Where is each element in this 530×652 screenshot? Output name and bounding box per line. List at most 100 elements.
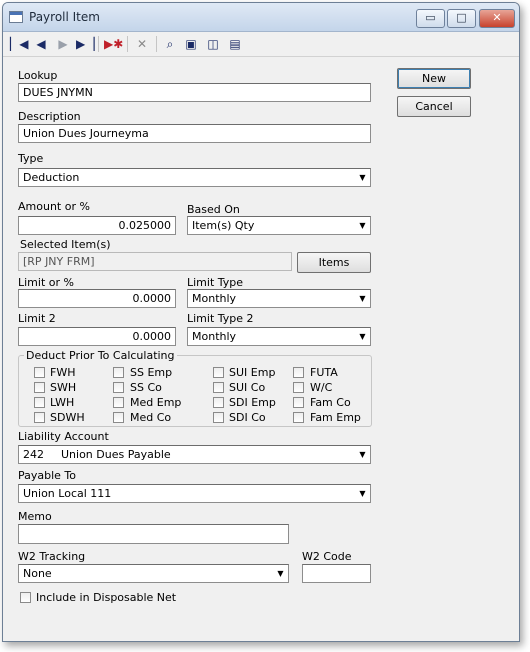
checkbox-med-emp[interactable]: [113, 397, 124, 408]
type-select[interactable]: Deduction ▼: [18, 168, 371, 187]
based-on-select[interactable]: Item(s) Qty ▼: [187, 216, 371, 235]
title-bar[interactable]: Payroll Item ▭ □ ✕: [3, 3, 519, 32]
checkbox-label: W/C: [310, 381, 333, 394]
limit-type-label: Limit Type: [187, 276, 244, 289]
toolbar: ▏◀ ◀ ▶ ▶▕ ▶✱ ✕ ⌕ ▣ ◫ ▤: [3, 32, 519, 57]
checkbox-ss-co[interactable]: [113, 382, 124, 393]
checkbox-wc[interactable]: [293, 382, 304, 393]
liability-account-code: 242: [23, 448, 44, 461]
limit-type2-label: Limit Type 2: [187, 312, 254, 325]
maximize-button[interactable]: □: [447, 9, 476, 28]
w2-tracking-value: None: [23, 567, 52, 580]
limit-type-select[interactable]: Monthly ▼: [187, 289, 371, 308]
payable-to-select[interactable]: Union Local 111 ▼: [18, 484, 371, 503]
amount-label: Amount or %: [18, 200, 90, 213]
window-title: Payroll Item: [29, 10, 100, 24]
chevron-down-icon[interactable]: ▼: [274, 566, 287, 581]
chevron-down-icon[interactable]: ▼: [356, 218, 369, 233]
items-button[interactable]: Items: [297, 252, 371, 273]
selected-items-field: [RP JNY FRM]: [18, 252, 292, 271]
include-disposable-checkbox[interactable]: [20, 592, 31, 603]
previous-record-icon[interactable]: ◀: [32, 35, 50, 53]
find-icon[interactable]: ⌕: [161, 35, 179, 53]
limit-input[interactable]: 0.0000: [18, 289, 176, 308]
checkbox-ss-emp[interactable]: [113, 367, 124, 378]
limit-type-value: Monthly: [192, 292, 237, 305]
cancel-button[interactable]: Cancel: [397, 96, 471, 117]
toolbar-separator: [98, 36, 99, 52]
checkbox-label: SS Emp: [130, 366, 173, 379]
payable-to-label: Payable To: [18, 469, 77, 482]
properties-icon[interactable]: ▤: [226, 35, 244, 53]
new-button[interactable]: New: [397, 68, 471, 89]
close-record-icon[interactable]: ◫: [204, 35, 222, 53]
checkbox-sdwh[interactable]: [34, 412, 45, 423]
checkbox-lwh[interactable]: [34, 397, 45, 408]
window-icon: [9, 11, 23, 23]
limit2-input[interactable]: 0.0000: [18, 327, 176, 346]
checkbox-sui-emp[interactable]: [213, 367, 224, 378]
liability-account-select[interactable]: 242 Union Dues Payable ▼: [18, 445, 371, 464]
checkbox-label: Fam Co: [310, 396, 351, 409]
limit2-label: Limit 2: [18, 312, 56, 325]
amount-input[interactable]: 0.025000: [18, 216, 176, 235]
memo-label: Memo: [18, 510, 52, 523]
w2-code-input[interactable]: [302, 564, 371, 583]
w2-tracking-select[interactable]: None ▼: [18, 564, 289, 583]
deduct-prior-title: Deduct Prior To Calculating: [24, 349, 177, 362]
checkbox-sdi-emp[interactable]: [213, 397, 224, 408]
next-record-icon[interactable]: ▶: [54, 35, 72, 53]
checkbox-sui-co[interactable]: [213, 382, 224, 393]
lookup-label: Lookup: [18, 69, 58, 82]
type-label: Type: [18, 152, 44, 165]
liability-account-label: Liability Account: [18, 430, 109, 443]
lookup-input[interactable]: DUES JNYMN: [18, 83, 371, 102]
checkbox-sdi-co[interactable]: [213, 412, 224, 423]
checkbox-futa[interactable]: [293, 367, 304, 378]
checkbox-label: FUTA: [310, 366, 338, 379]
payroll-item-window: Payroll Item ▭ □ ✕ ▏◀ ◀ ▶ ▶▕ ▶✱ ✕ ⌕ ▣ ◫ …: [2, 2, 520, 642]
based-on-value: Item(s) Qty: [192, 219, 255, 232]
checkbox-label: Med Emp: [130, 396, 182, 409]
checkbox-swh[interactable]: [34, 382, 45, 393]
payable-to-value: Union Local 111: [23, 487, 112, 500]
checkbox-label: SDI Co: [229, 411, 266, 424]
limit-type2-select[interactable]: Monthly ▼: [187, 327, 371, 346]
chevron-down-icon[interactable]: ▼: [356, 447, 369, 462]
limit-label: Limit or %: [18, 276, 74, 289]
w2-tracking-label: W2 Tracking: [18, 550, 86, 563]
delete-icon[interactable]: ✕: [133, 35, 151, 53]
last-record-icon[interactable]: ▶▕: [76, 35, 94, 53]
memo-input[interactable]: [18, 524, 289, 544]
checkbox-label: Fam Emp: [310, 411, 361, 424]
chevron-down-icon[interactable]: ▼: [356, 329, 369, 344]
liability-account-value: Union Dues Payable: [61, 448, 171, 461]
chevron-down-icon[interactable]: ▼: [356, 170, 369, 185]
limit-type2-value: Monthly: [192, 330, 237, 343]
selected-items-label: Selected Item(s): [20, 238, 111, 251]
description-input[interactable]: Union Dues Journeyma: [18, 124, 371, 143]
save-icon[interactable]: ▣: [182, 35, 200, 53]
toolbar-separator: [127, 36, 128, 52]
checkbox-label: SDWH: [50, 411, 85, 424]
checkbox-fam-emp[interactable]: [293, 412, 304, 423]
checkbox-label: SUI Co: [229, 381, 266, 394]
type-value: Deduction: [23, 171, 80, 184]
toolbar-separator: [156, 36, 157, 52]
checkbox-label: FWH: [50, 366, 76, 379]
checkbox-fam-co[interactable]: [293, 397, 304, 408]
checkbox-label: LWH: [50, 396, 75, 409]
first-record-icon[interactable]: ▏◀: [10, 35, 28, 53]
checkbox-label: Med Co: [130, 411, 172, 424]
description-label: Description: [18, 110, 81, 123]
checkbox-fwh[interactable]: [34, 367, 45, 378]
chevron-down-icon[interactable]: ▼: [356, 291, 369, 306]
chevron-down-icon[interactable]: ▼: [356, 486, 369, 501]
new-record-icon[interactable]: ▶✱: [104, 35, 123, 53]
w2-code-label: W2 Code: [302, 550, 352, 563]
based-on-label: Based On: [187, 203, 240, 216]
minimize-button[interactable]: ▭: [416, 9, 445, 28]
close-button[interactable]: ✕: [479, 9, 515, 28]
checkbox-med-co[interactable]: [113, 412, 124, 423]
checkbox-label: SS Co: [130, 381, 162, 394]
